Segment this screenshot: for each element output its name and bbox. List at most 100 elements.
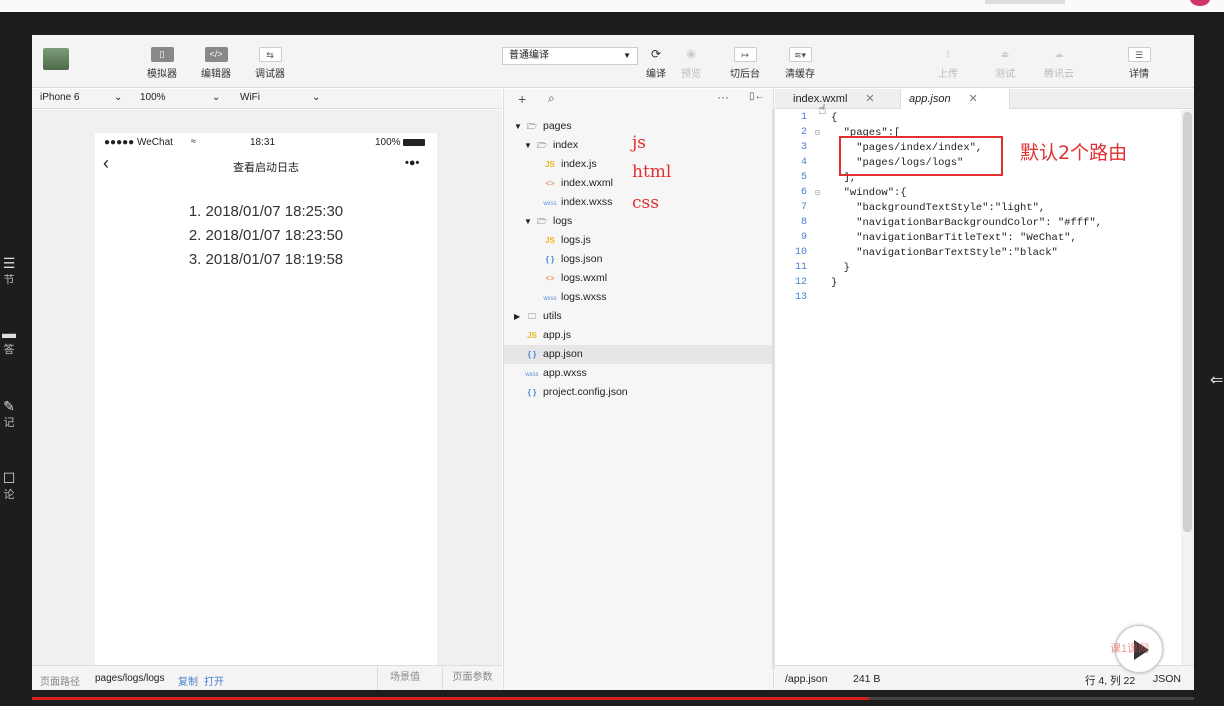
annotation-css: css	[632, 193, 659, 213]
tree-file-index-wxml[interactable]: <> index.wxml	[542, 174, 613, 193]
watermark: 课1课网	[1110, 643, 1150, 655]
preview-button[interactable]: ◉ 预览	[676, 47, 706, 80]
tree-file-app-json[interactable]: { } app.json	[504, 345, 774, 364]
simulator-settings-bar: iPhone 6 ⌄ 100% ⌄ WiFi ⌄	[32, 89, 502, 109]
language-mode[interactable]: JSON	[1153, 673, 1181, 685]
flask-icon: ⏏	[1000, 49, 1010, 59]
editor-scrollbar[interactable]	[1181, 110, 1194, 665]
upload-icon: ⇪	[944, 49, 952, 59]
clock: 18:31	[250, 137, 276, 148]
annotation-routes: 默认2个路由	[1020, 142, 1128, 164]
more-icon[interactable]: ···	[717, 90, 729, 104]
scroll-thumb[interactable]	[1183, 112, 1192, 532]
fold-icon[interactable]: ⊟	[815, 128, 820, 138]
line-number: 2	[800, 127, 807, 138]
open-path-link[interactable]: 打开	[204, 673, 224, 688]
wifi-icon: ≈	[191, 136, 196, 146]
tree-file-app-js[interactable]: JS app.js	[524, 326, 571, 345]
tab-index-wxml[interactable]: index.wxml ✕	[785, 89, 883, 109]
tree-file-index-wxss[interactable]: wxss index.wxss	[542, 193, 612, 212]
cloud-icon: ☁	[1054, 49, 1064, 59]
copy-path-link[interactable]: 复制	[178, 673, 198, 688]
tree-folder-utils[interactable]: ▶ 🗀 utils	[514, 307, 562, 326]
chevron-down-icon[interactable]: ⌄	[114, 92, 122, 103]
switch-backend-button[interactable]: ↦ 切后台	[725, 47, 765, 80]
pencil-icon: ✎	[3, 398, 15, 414]
tree-folder-index[interactable]: ▼ 🗁 index	[524, 136, 578, 155]
dock-chapters[interactable]: ☰ 节	[0, 255, 18, 287]
battery-percent: 100%	[375, 137, 401, 148]
json-file-icon: { }	[545, 255, 555, 264]
device-select[interactable]: iPhone 6	[40, 92, 79, 103]
wxml-file-icon: <>	[545, 179, 555, 188]
developer-avatar[interactable]	[43, 48, 69, 70]
devtools-window: ▯ 模拟器 </> 编辑器 ⇆ 调试器 普通编译 ▼ ⟳ 编译 ◉ 预览 ↦ 切后台 ≋▾ 清缓…	[32, 35, 1194, 690]
compile-button[interactable]: ⟳ 编译	[642, 47, 670, 80]
phone-nav-bar: ‹ 查看启动日志 •●•	[95, 151, 437, 179]
line-number: 13	[794, 292, 807, 303]
test-button[interactable]: ⏏ 测试	[985, 47, 1025, 80]
close-icon[interactable]: ✕	[969, 93, 978, 105]
debug-icon: ⇆	[258, 47, 282, 62]
fold-icon[interactable]: ⊟	[815, 188, 820, 198]
toolbar: ▯ 模拟器 </> 编辑器 ⇆ 调试器 普通编译 ▼ ⟳ 编译 ◉ 预览 ↦ 切后台 ≋▾ 清缓…	[32, 35, 1194, 88]
collapse-panel-icon[interactable]: ▯←	[749, 91, 765, 102]
tree-folder-pages[interactable]: ▼ 🗁 pages	[514, 117, 572, 136]
highlight-box	[839, 136, 1003, 176]
add-file-icon[interactable]: +	[518, 91, 526, 107]
line-number: 3	[800, 142, 807, 153]
compile-mode-select[interactable]: 普通编译 ▼	[502, 47, 638, 65]
scene-value-button[interactable]: 场景值	[377, 666, 432, 690]
refresh-icon: ⟳	[650, 47, 662, 61]
chevron-down-icon[interactable]: ⌄	[212, 92, 220, 103]
line-number: 1	[800, 112, 807, 123]
js-file-icon: JS	[527, 331, 537, 340]
video-progress-bar[interactable]	[32, 697, 1194, 700]
tab-app-json[interactable]: app.json ✕	[900, 89, 1010, 109]
user-avatar[interactable]	[1190, 0, 1210, 6]
dock-notes[interactable]: ✎ 记	[0, 398, 18, 430]
code-area[interactable]: 1 2 3 4 5 6 7 8 9 10 11 12 13 ⊟ ⊟ { "pag…	[775, 110, 1181, 665]
arrow-right-bar-icon: ↦	[733, 47, 757, 62]
code-line: }	[831, 262, 850, 274]
tree-file-logs-js[interactable]: JS logs.js	[542, 231, 591, 250]
zoom-select[interactable]: 100%	[140, 92, 166, 103]
js-file-icon: JS	[545, 160, 555, 169]
file-path: /app.json	[785, 673, 828, 685]
tree-file-logs-json[interactable]: { } logs.json	[542, 250, 603, 269]
search-icon[interactable]: ⌕	[548, 91, 555, 106]
tree-file-app-wxss[interactable]: wxss app.wxss	[524, 364, 586, 383]
page-params-button[interactable]: 页面参数	[442, 666, 502, 690]
details-button[interactable]: ☰ 详情	[1119, 47, 1159, 80]
dock-qa[interactable]: ▬ 答	[0, 325, 18, 357]
debugger-button[interactable]: ⇆ 调试器	[250, 47, 290, 80]
battery-icon	[403, 139, 425, 146]
code-line: "window":{	[831, 187, 907, 199]
phone-icon: ▯	[150, 47, 174, 62]
layers-icon: ≋▾	[788, 47, 812, 62]
tree-file-logs-wxml[interactable]: <> logs.wxml	[542, 269, 607, 288]
tree-file-logs-wxss[interactable]: wxss logs.wxss	[542, 288, 606, 307]
triangle-right-icon: ▶	[514, 312, 521, 321]
line-number: 7	[800, 202, 807, 213]
tree-file-project-config[interactable]: { } project.config.json	[524, 383, 628, 402]
dock-discuss[interactable]: ☐ 论	[0, 470, 18, 502]
carrier-label: ●●●●● WeChat	[104, 137, 173, 148]
line-number: 10	[794, 247, 807, 258]
simulator-button[interactable]: ▯ 模拟器	[142, 47, 182, 80]
log-entry: 1. 2018/01/07 18:25:30	[188, 203, 344, 220]
chevron-down-icon[interactable]: ⌄	[312, 92, 320, 103]
tencent-cloud-button[interactable]: ☁ 腾讯云	[1037, 47, 1081, 80]
more-menu-icon[interactable]: •●•	[405, 157, 419, 169]
line-number: 6	[800, 187, 807, 198]
line-number: 9	[800, 232, 807, 243]
network-select[interactable]: WiFi	[240, 92, 260, 103]
tree-folder-logs[interactable]: ▼ 🗁 logs	[524, 212, 572, 231]
clear-cache-button[interactable]: ≋▾ 清缓存	[780, 47, 820, 80]
close-icon[interactable]: ✕	[865, 93, 874, 105]
upload-button[interactable]: ⇪ 上传	[928, 47, 968, 80]
tree-file-index-js[interactable]: JS index.js	[542, 155, 597, 174]
collapse-arrow-icon[interactable]: ⇐	[1210, 370, 1223, 390]
editor-button[interactable]: </> 编辑器	[196, 47, 236, 80]
editor-tabs: index.wxml ✕ app.json ✕	[775, 89, 1194, 109]
